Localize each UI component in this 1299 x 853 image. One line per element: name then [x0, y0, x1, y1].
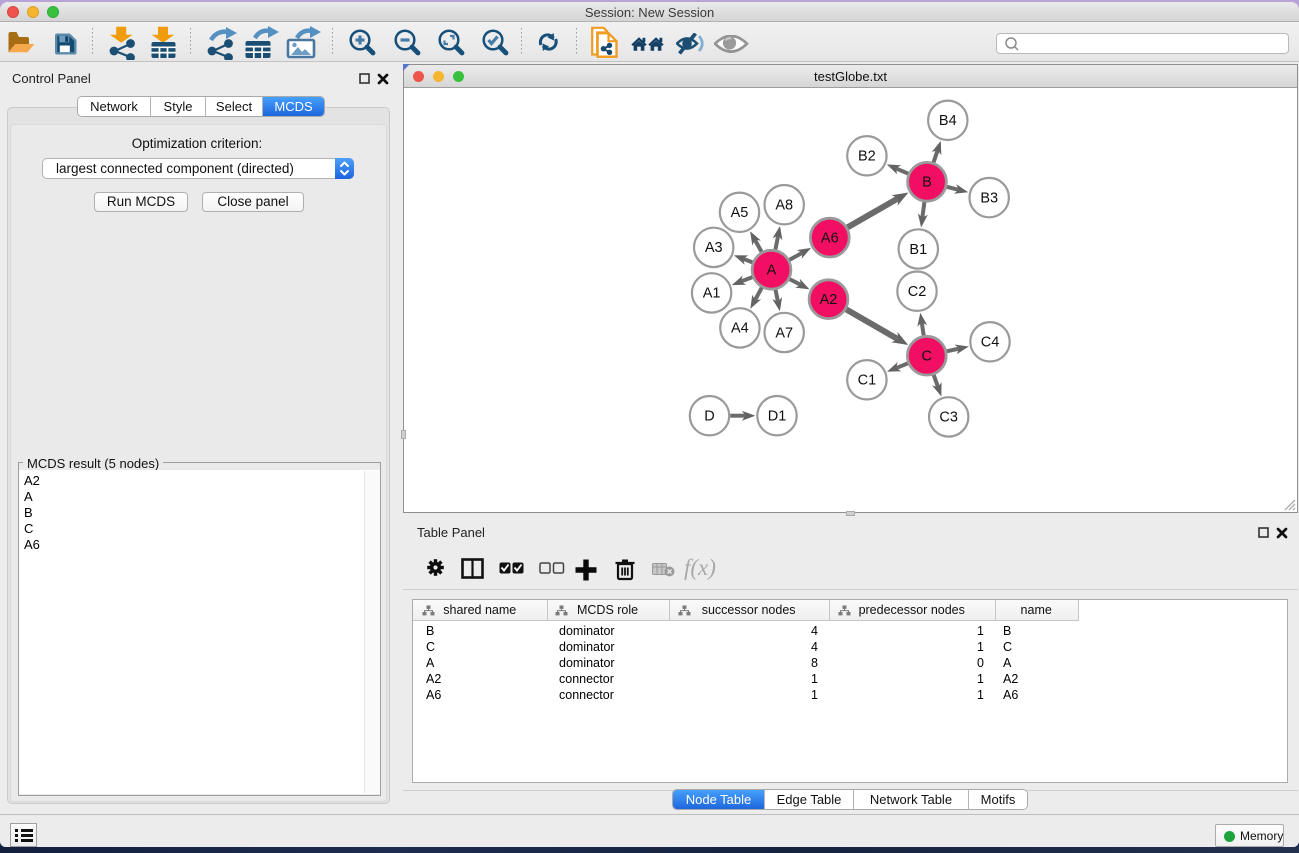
svg-text:B: B — [922, 175, 932, 191]
svg-text:C2: C2 — [908, 284, 927, 300]
svg-text:A: A — [767, 263, 777, 279]
svg-text:A7: A7 — [775, 325, 793, 341]
svg-text:A1: A1 — [703, 286, 721, 302]
svg-text:B1: B1 — [909, 242, 927, 258]
svg-text:A4: A4 — [731, 321, 749, 337]
svg-text:D: D — [704, 409, 714, 425]
svg-text:C3: C3 — [939, 410, 958, 426]
svg-text:B4: B4 — [939, 113, 957, 129]
svg-text:A5: A5 — [731, 205, 749, 221]
svg-text:A3: A3 — [705, 240, 723, 256]
svg-text:C1: C1 — [858, 373, 877, 389]
svg-text:A2: A2 — [820, 292, 838, 308]
svg-text:C4: C4 — [981, 335, 1000, 351]
svg-text:C: C — [922, 349, 932, 365]
svg-text:B3: B3 — [980, 190, 998, 206]
svg-text:A6: A6 — [821, 230, 839, 246]
svg-text:A8: A8 — [775, 198, 793, 214]
svg-text:D1: D1 — [768, 409, 787, 425]
svg-text:B2: B2 — [858, 149, 876, 165]
